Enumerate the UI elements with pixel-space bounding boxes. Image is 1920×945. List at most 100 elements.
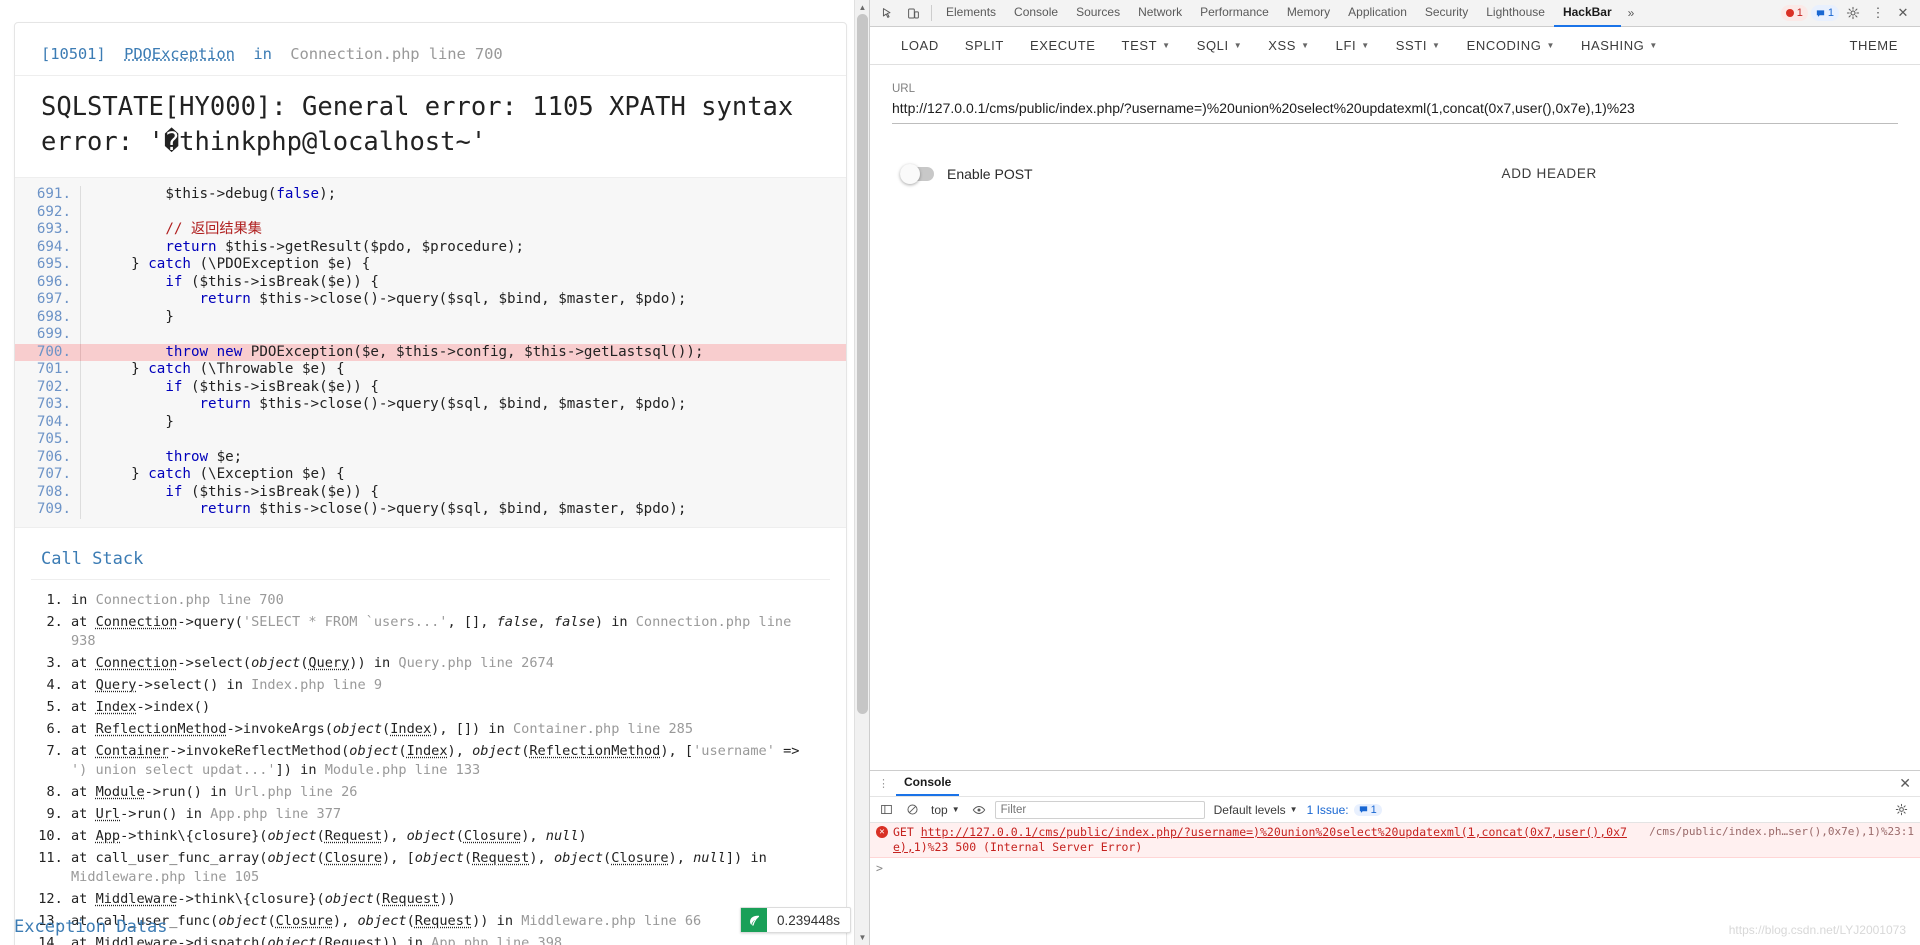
call-stack-item: at Query->select() in Index.php line 9: [71, 675, 820, 697]
code-line-number: 708.: [15, 484, 81, 502]
code-line: 709. return $this->close()->query($sql, …: [15, 501, 846, 519]
enable-post-toggle[interactable]: [900, 167, 934, 181]
devtools-tab-elements[interactable]: Elements: [937, 0, 1005, 27]
scrollbar-thumb[interactable]: [857, 14, 868, 714]
code-line-number: 706.: [15, 449, 81, 467]
hackbar-hashing-button[interactable]: HASHING ▼: [1568, 27, 1671, 64]
hackbar-xss-label: XSS: [1268, 38, 1296, 53]
console-levels-value: Default levels: [1214, 803, 1286, 817]
devtools-more-tabs-icon[interactable]: »: [1621, 2, 1642, 24]
code-line-number: 702.: [15, 379, 81, 397]
console-filter-input[interactable]: [995, 801, 1205, 819]
add-header-button[interactable]: ADD HEADER: [1485, 157, 1613, 190]
code-line: 703. return $this->close()->query($sql, …: [15, 396, 846, 414]
devtools-tab-hackbar[interactable]: HackBar: [1554, 0, 1621, 27]
error-icon: ✕: [876, 826, 888, 838]
exception-header: [10501] PDOException in Connection.php l…: [15, 23, 846, 76]
call-stack-item: at Middleware->dispatch(object(Request))…: [71, 933, 820, 945]
console-drawer-tabs: ⋮ Console ✕: [870, 771, 1920, 797]
console-error-url-tail: 1)%23: [914, 840, 949, 854]
exception-class-link[interactable]: PDOException: [124, 45, 235, 63]
devtools-tab-network[interactable]: Network: [1129, 0, 1191, 27]
hackbar-theme-button[interactable]: THEME: [1837, 27, 1920, 64]
hackbar-sqli-button[interactable]: SQLI ▼: [1184, 27, 1256, 64]
hackbar-options-row: Enable POST ADD HEADER: [892, 157, 1898, 190]
console-issues-label: 1 Issue:: [1307, 803, 1349, 817]
call-stack-divider: [31, 579, 830, 580]
console-drawer: ⋮ Console ✕ top: [870, 770, 1920, 945]
console-prompt[interactable]: >: [870, 858, 1920, 879]
devtools-tab-sources[interactable]: Sources: [1067, 0, 1129, 27]
code-line-number: 695.: [15, 256, 81, 274]
console-sidebar-icon[interactable]: [876, 800, 896, 820]
code-line-text: if ($this->isBreak($e)) {: [81, 484, 379, 502]
console-issues-link[interactable]: 1 Issue: 1: [1307, 803, 1382, 817]
debug-time-badge[interactable]: 0.239448s: [740, 907, 851, 933]
code-line-text: [81, 431, 106, 449]
enable-post-label: Enable POST: [947, 166, 1033, 182]
hackbar-execute-button[interactable]: EXECUTE: [1017, 27, 1109, 64]
eye-icon[interactable]: [969, 800, 989, 820]
error-count-badge[interactable]: 1: [1781, 5, 1808, 21]
inspect-element-icon[interactable]: [874, 1, 900, 25]
drawer-resize-handle[interactable]: ⋮: [876, 777, 896, 790]
thinkphp-exception-page: [10501] PDOException in Connection.php l…: [0, 0, 869, 945]
toggle-knob: [900, 164, 920, 184]
code-line-text: if ($this->isBreak($e)) {: [81, 274, 379, 292]
url-input[interactable]: [892, 98, 1898, 124]
drawer-tab-console[interactable]: Console: [896, 771, 959, 796]
code-line-text: $this->debug(false);: [81, 186, 336, 204]
call-stack-title: Call Stack: [15, 528, 846, 579]
code-line-number: 707.: [15, 466, 81, 484]
code-line-text: } catch (\PDOException $e) {: [81, 256, 370, 274]
hackbar-lfi-button[interactable]: LFI ▼: [1323, 27, 1383, 64]
console-error-entry[interactable]: ✕ GET http://127.0.0.1/cms/public/index.…: [870, 823, 1920, 858]
code-line: 694. return $this->getResult($pdo, $proc…: [15, 239, 846, 257]
gear-icon[interactable]: [1894, 800, 1914, 820]
hackbar-xss-button[interactable]: XSS ▼: [1255, 27, 1322, 64]
console-context-selector[interactable]: top ▼: [928, 803, 963, 817]
device-toolbar-icon[interactable]: [900, 1, 926, 25]
scrollbar-down-arrow[interactable]: ▼: [855, 930, 869, 945]
chevron-down-icon: ▼: [1162, 41, 1171, 50]
kebab-menu-icon[interactable]: ⋮: [1867, 2, 1889, 24]
screen-root: [10501] PDOException in Connection.php l…: [0, 0, 1920, 945]
drawer-close-icon[interactable]: ✕: [1890, 775, 1920, 792]
code-line-text: [81, 326, 106, 344]
close-icon[interactable]: ✕: [1892, 2, 1914, 24]
devtools-tab-application[interactable]: Application: [1339, 0, 1416, 27]
console-error-source-link[interactable]: /cms/public/index.ph…ser(),0x7e),1)%23:1: [1649, 825, 1914, 840]
page-scrollbar[interactable]: ▲ ▼: [854, 0, 869, 945]
devtools-tab-security[interactable]: Security: [1416, 0, 1477, 27]
devtools-tab-console[interactable]: Console: [1005, 0, 1067, 27]
hackbar-ssti-label: SSTI: [1396, 38, 1427, 53]
enable-post-toggle-group[interactable]: Enable POST: [900, 166, 1033, 182]
devtools-tab-performance[interactable]: Performance: [1191, 0, 1278, 27]
code-line: 695. } catch (\PDOException $e) {: [15, 256, 846, 274]
exception-file-line: Connection.php line 700: [290, 45, 502, 63]
scrollbar-up-arrow[interactable]: ▲: [855, 0, 869, 15]
hackbar-ssti-button[interactable]: SSTI ▼: [1383, 27, 1454, 64]
message-count-badge[interactable]: 1: [1811, 5, 1839, 21]
hackbar-split-button[interactable]: SPLIT: [952, 27, 1017, 64]
hackbar-encoding-button[interactable]: ENCODING ▼: [1454, 27, 1568, 64]
code-line: 699.: [15, 326, 846, 344]
code-line: 696. if ($this->isBreak($e)) {: [15, 274, 846, 292]
code-line: 693. // 返回结果集: [15, 221, 846, 239]
call-stack-item: at Connection->select(object(Query)) in …: [71, 653, 820, 675]
hackbar-test-button[interactable]: TEST ▼: [1109, 27, 1184, 64]
console-levels-selector[interactable]: Default levels ▼: [1211, 803, 1301, 817]
code-line-text: } catch (\Exception $e) {: [81, 466, 345, 484]
clear-console-icon[interactable]: [902, 800, 922, 820]
code-line: 707. } catch (\Exception $e) {: [15, 466, 846, 484]
code-line-text: // 返回结果集: [81, 221, 262, 239]
gear-icon[interactable]: [1842, 2, 1864, 24]
hackbar-test-label: TEST: [1122, 38, 1158, 53]
devtools-tab-lighthouse[interactable]: Lighthouse: [1477, 0, 1554, 27]
call-stack-item: in Connection.php line 700: [71, 590, 820, 612]
code-line-text: [81, 204, 106, 222]
call-stack-item: at Connection->query('SELECT * FROM `use…: [71, 612, 820, 653]
hackbar-load-button[interactable]: LOAD: [888, 27, 952, 64]
devtools-tab-memory[interactable]: Memory: [1278, 0, 1339, 27]
call-stack-list: in Connection.php line 700at Connection-…: [15, 590, 846, 945]
